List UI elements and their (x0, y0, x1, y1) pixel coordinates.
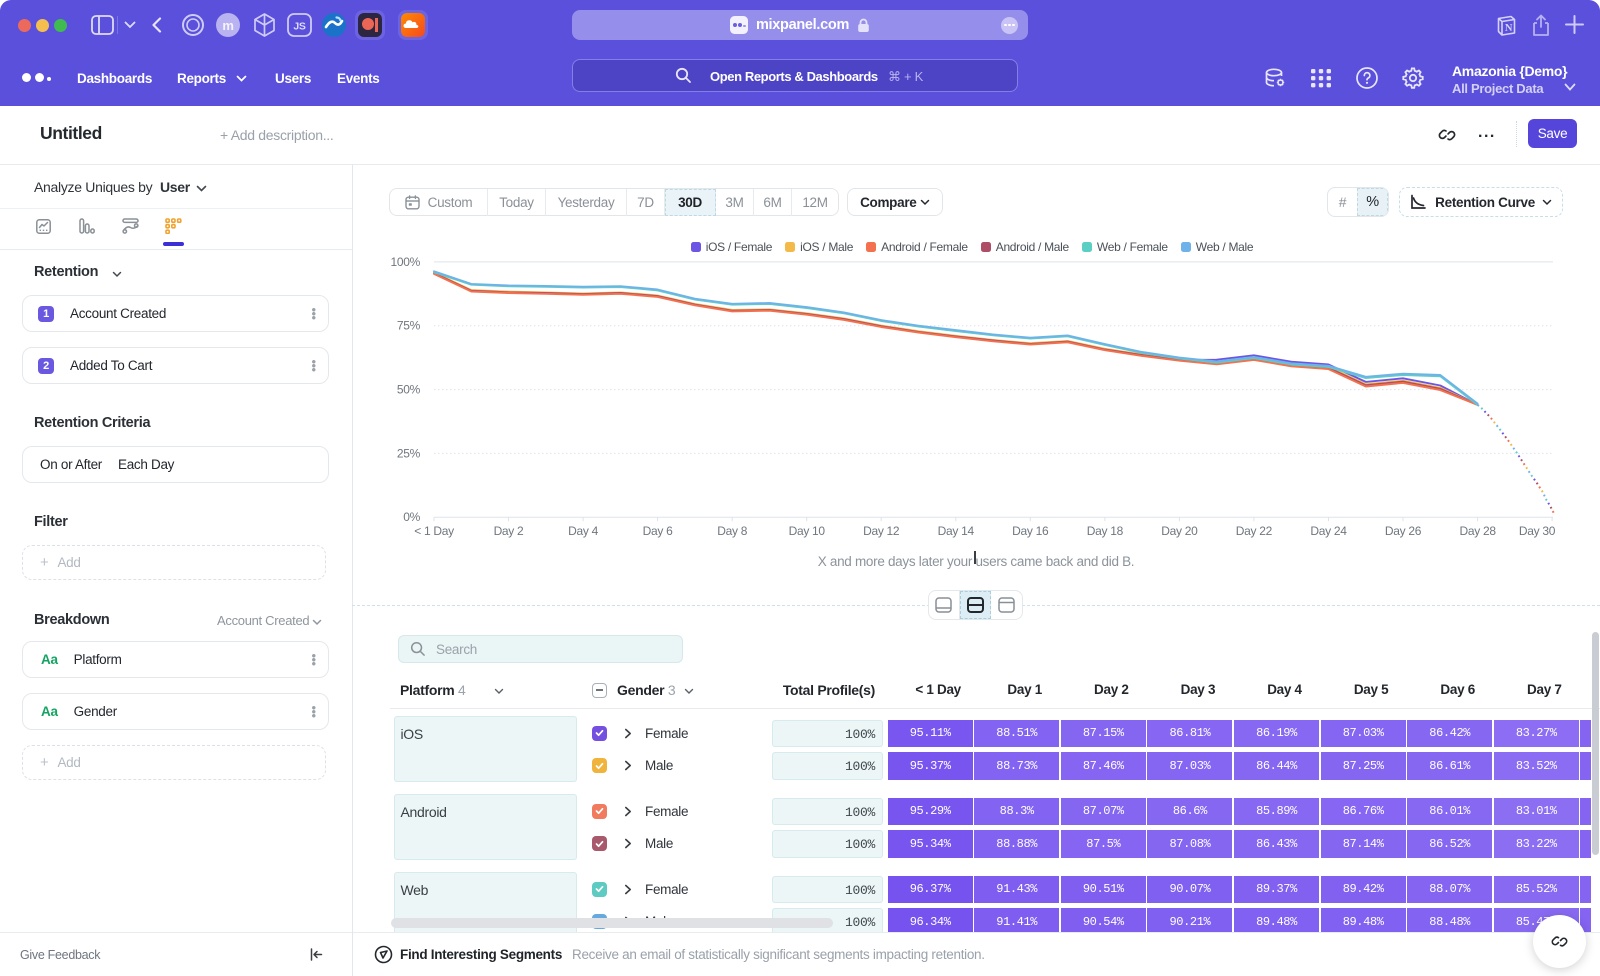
svg-text:Day 22: Day 22 (1236, 524, 1273, 538)
svg-text:Day 12: Day 12 (863, 524, 900, 538)
svg-text:Day 18: Day 18 (1087, 524, 1124, 538)
svg-text:100%: 100% (391, 255, 421, 269)
svg-text:50%: 50% (397, 383, 421, 397)
svg-text:Day 8: Day 8 (717, 524, 747, 538)
svg-text:Day 16: Day 16 (1012, 524, 1049, 538)
svg-text:N: N (1505, 23, 1513, 34)
svg-text:Day 28: Day 28 (1459, 524, 1496, 538)
svg-text:< 1 Day: < 1 Day (414, 524, 454, 538)
svg-text:Day 30: Day 30 (1519, 524, 1556, 538)
svg-text:Day 6: Day 6 (643, 524, 673, 538)
svg-text:JS: JS (293, 21, 306, 33)
svg-text:75%: 75% (397, 319, 421, 333)
svg-text:Day 20: Day 20 (1161, 524, 1198, 538)
svg-text:Day 26: Day 26 (1385, 524, 1422, 538)
svg-text:Day 14: Day 14 (938, 524, 975, 538)
svg-text:Day 10: Day 10 (789, 524, 826, 538)
svg-text:0%: 0% (403, 510, 420, 524)
svg-text:Day 4: Day 4 (568, 524, 598, 538)
svg-text:Day 24: Day 24 (1310, 524, 1347, 538)
svg-text:25%: 25% (397, 446, 421, 460)
svg-text:Day 2: Day 2 (494, 524, 524, 538)
